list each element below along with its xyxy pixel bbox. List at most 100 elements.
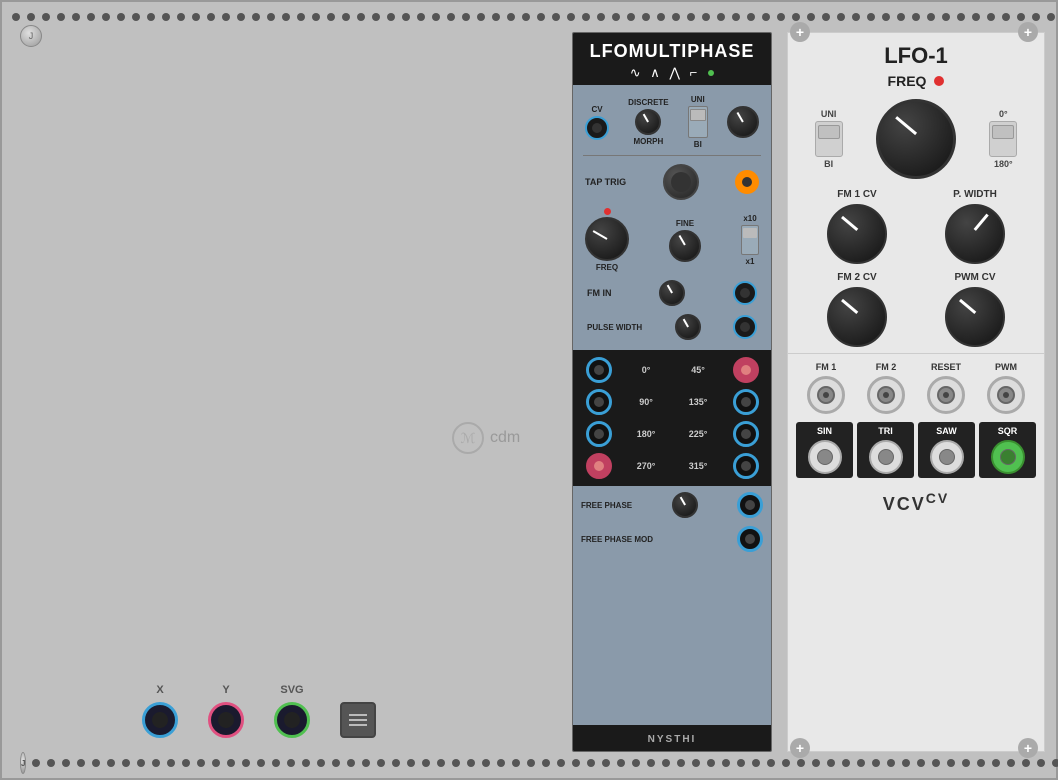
phase-jack-180[interactable] (586, 421, 612, 447)
fm-in-jack-inner (740, 288, 750, 298)
fine-knob[interactable] (669, 230, 701, 262)
dot (767, 759, 775, 767)
sin-label: SIN (817, 426, 832, 436)
tap-button[interactable] (663, 164, 699, 200)
fm2cv-knob[interactable] (827, 287, 887, 347)
plus-button-top-left[interactable]: + (790, 22, 810, 42)
dot (572, 759, 580, 767)
sin-jack[interactable] (808, 440, 842, 474)
free-phase-jack[interactable] (737, 492, 763, 518)
dot (657, 13, 665, 21)
dot (1047, 13, 1055, 21)
module-body: CV DISCRETE MORPH UNI BI (573, 85, 771, 348)
freq-red-dot (604, 208, 611, 215)
dot (522, 13, 530, 21)
dot (362, 759, 370, 767)
trig-jack-inner (742, 177, 752, 187)
dot (807, 13, 815, 21)
dot (1007, 759, 1015, 767)
dot (132, 13, 140, 21)
discrete-knob[interactable] (635, 109, 661, 135)
reset-jack-group: RESET (927, 362, 965, 414)
y-jack[interactable] (208, 702, 244, 738)
dot (62, 759, 70, 767)
uni-toggle[interactable] (688, 106, 708, 138)
dot (302, 759, 310, 767)
sqr-jack[interactable] (991, 440, 1025, 474)
x10-toggle[interactable] (741, 225, 759, 255)
pulse-width-knob[interactable] (675, 314, 701, 340)
sqr-label: SQR (998, 426, 1018, 436)
phase-jack-0[interactable] (586, 357, 612, 383)
knob-indicator (737, 112, 744, 123)
dot (912, 13, 920, 21)
phase-jack-inner (594, 429, 604, 439)
reset-jack-inner (937, 386, 955, 404)
phase-jack-315[interactable] (733, 453, 759, 479)
pwmcv-knob[interactable] (945, 287, 1005, 347)
tri-output: TRI (857, 422, 914, 478)
dot (482, 759, 490, 767)
tri-jack[interactable] (869, 440, 903, 474)
pwidth-knob[interactable] (945, 204, 1005, 264)
dot (992, 759, 1000, 767)
phase-jack-45[interactable] (733, 357, 759, 383)
fm-in-knob[interactable] (659, 280, 685, 306)
trig-jack[interactable] (735, 170, 759, 194)
dot (902, 759, 910, 767)
plus-button-bottom-left[interactable]: + (790, 738, 810, 758)
x-jack-inner (152, 712, 168, 728)
dot (1037, 759, 1045, 767)
saw-jack[interactable] (930, 440, 964, 474)
y-jack-inner (218, 712, 234, 728)
free-phase-mod-jack[interactable] (737, 526, 763, 552)
svg-button[interactable] (340, 702, 376, 738)
phase-jack-90[interactable] (586, 389, 612, 415)
x-jack[interactable] (142, 702, 178, 738)
plus-button-top-right[interactable]: + (1018, 22, 1038, 42)
pulse-width-jack[interactable] (733, 315, 757, 339)
phase-jack-inner (594, 397, 604, 407)
bottom-connectors: X Y SVG (142, 684, 376, 738)
dot (237, 13, 245, 21)
dot (432, 13, 440, 21)
pwm-jack[interactable] (987, 376, 1025, 414)
cv-jack[interactable] (585, 116, 609, 140)
dot (147, 13, 155, 21)
phase-jack-135[interactable] (733, 389, 759, 415)
sin-jack-inner (817, 449, 833, 465)
fm1cv-knob[interactable] (827, 204, 887, 264)
dot (987, 13, 995, 21)
fm1-jack[interactable] (807, 376, 845, 414)
dot (107, 759, 115, 767)
main-knob[interactable] (727, 106, 759, 138)
dot (762, 13, 770, 21)
knob-indicator (895, 116, 917, 135)
dot (282, 13, 290, 21)
phase-jack-225[interactable] (733, 421, 759, 447)
dot (497, 759, 505, 767)
x-label: X (156, 684, 163, 696)
morph-label: MORPH (634, 137, 664, 146)
fm2-jack[interactable] (867, 376, 905, 414)
lfo1-0deg-toggle[interactable] (989, 121, 1017, 157)
lfo1-bi-label: BI (824, 159, 833, 169)
fm-in-jack[interactable] (733, 281, 757, 305)
freq-label: FREQ (596, 263, 618, 272)
tap-trig-label: TAP TRIG (585, 177, 626, 187)
vcv-cv-text: CV (926, 490, 949, 506)
freq-knob[interactable] (585, 217, 629, 261)
plus-button-bottom-right[interactable]: + (1018, 738, 1038, 758)
lfo1-freq-knob[interactable] (876, 99, 956, 179)
free-phase-knob[interactable] (672, 492, 698, 518)
lfo1-uni-toggle[interactable] (815, 121, 843, 157)
svg-jack[interactable] (274, 702, 310, 738)
phase-jack-270[interactable] (586, 453, 612, 479)
dot (872, 759, 880, 767)
free-phase-label: FREE PHASE (581, 501, 632, 510)
dot (47, 759, 55, 767)
pw-jack-inner (740, 322, 750, 332)
reset-jack[interactable] (927, 376, 965, 414)
dot (402, 13, 410, 21)
dot (452, 759, 460, 767)
